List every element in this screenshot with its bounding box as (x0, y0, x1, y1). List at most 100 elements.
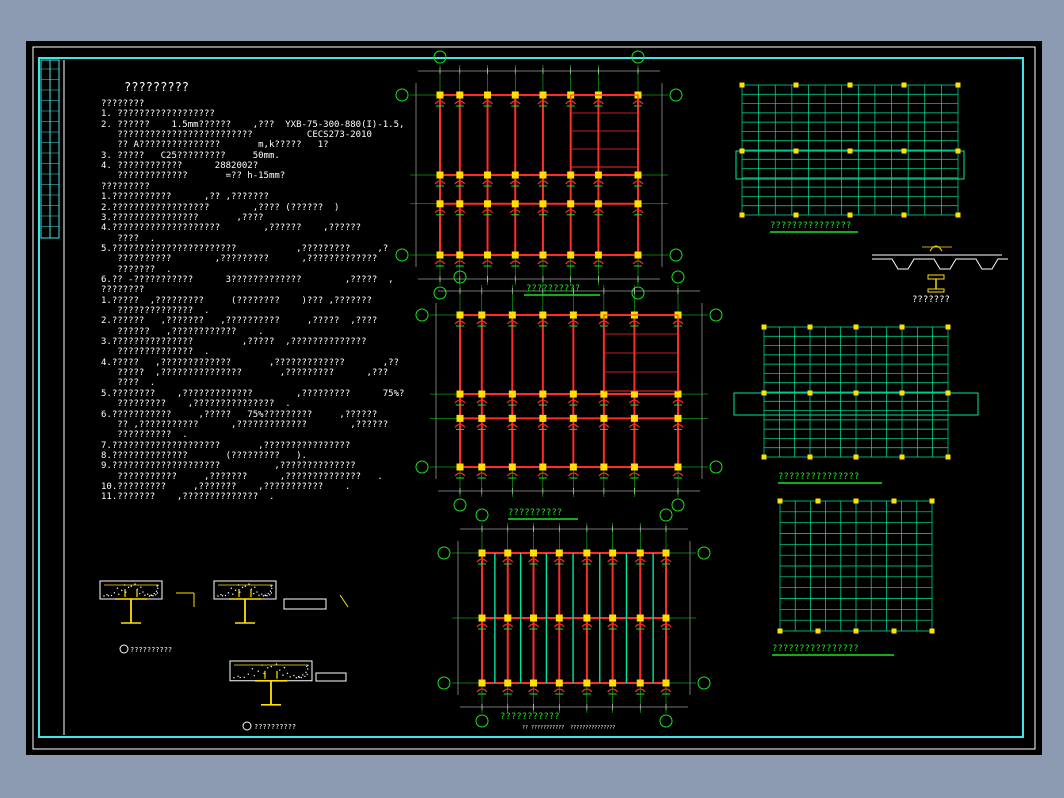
steel-column (539, 171, 547, 179)
deck-column (761, 324, 767, 330)
aggregate-dot (253, 592, 255, 595)
steel-column (539, 91, 547, 99)
deck-column (955, 82, 961, 88)
note-line: 6.??????????? ,????? 75%????????? ,?????… (101, 409, 378, 420)
steel-column (511, 91, 519, 99)
aggregate-dot (283, 666, 286, 669)
steel-column (478, 414, 486, 422)
note-line: ????????? (101, 181, 150, 192)
steel-column (662, 549, 670, 557)
detail-mark (339, 594, 349, 608)
aggregate-dot (247, 673, 250, 675)
aggregate-dot (220, 593, 222, 596)
aggregate-dot (156, 585, 158, 587)
axis-bubble (433, 286, 447, 300)
aggregate-dot (270, 665, 273, 668)
steel-column (504, 549, 512, 557)
deck-column (853, 498, 859, 504)
deck-column (807, 454, 813, 460)
note-line: 2. ?????? 1.5mm?????? ,??? YXB-75-300-88… (101, 119, 405, 130)
note-line: 1.??????????? ,?? ,??????? (101, 192, 269, 203)
aggregate-dot (256, 591, 258, 593)
deck-column (853, 454, 859, 460)
note-line: 3. ????? C25????????? 50mm. (101, 150, 280, 161)
deck-column (901, 148, 907, 154)
aggregate-dot (304, 675, 306, 678)
steel-column (569, 414, 577, 422)
steel-column (456, 390, 464, 398)
aggregate-dot (293, 674, 295, 677)
steel-column (567, 171, 575, 179)
steel-column (456, 414, 464, 422)
deck-column (739, 82, 745, 88)
steel-column (478, 614, 486, 622)
aggregate-dot (279, 669, 281, 671)
aggregate-dot (155, 590, 158, 592)
note-line: 3.???????????????? ,???? (101, 212, 264, 223)
note-line: 2.?????? ,??????? ,?????????? ,????? ,??… (101, 316, 378, 327)
plan-caption-3: ??????????? (500, 712, 560, 722)
beam-flange (927, 288, 945, 293)
deck-column (955, 212, 961, 218)
note-line: 5.??????????????????????? ,????????? ,? (101, 243, 389, 254)
aggregate-dot (266, 595, 268, 597)
note-line: ?????????????? . (101, 347, 210, 358)
beam-flange (927, 274, 945, 280)
steel-column (456, 463, 464, 471)
axis-bubble (659, 508, 673, 522)
detail-caption-1: ?????????? (130, 646, 173, 654)
steel-column (504, 679, 512, 687)
aggregate-dot (148, 595, 151, 597)
note-line: 4. ???????????? 2882002? (101, 161, 259, 172)
aggregate-dot (302, 674, 304, 676)
note-line: ???? . (101, 233, 156, 244)
aggregate-dot (286, 672, 289, 674)
deck-column (853, 324, 859, 330)
aggregate-dot (267, 592, 269, 595)
aggregate-dot (275, 663, 278, 665)
aggregate-dot (110, 594, 113, 597)
aggregate-dot (217, 595, 219, 597)
deck-column (853, 390, 859, 396)
steel-column (511, 251, 519, 259)
aggregate-dot (262, 595, 265, 597)
note-line: 11.??????? ,?????????????? . (101, 492, 275, 503)
deck-column (815, 498, 821, 504)
note-line: 5.???????? ,????????????? ,????????? 75%… (101, 388, 405, 399)
aggregate-dot (106, 593, 108, 596)
deck-column (901, 82, 907, 88)
note-line: ?????????? ,????????? ,????????????? (101, 254, 378, 265)
detail-caption-2: ?????????? (254, 723, 297, 731)
aggregate-dot (244, 585, 246, 587)
aggregate-dot (243, 676, 245, 678)
axis-bubble (395, 248, 409, 262)
axis-bubble (709, 460, 723, 474)
aggregate-dot (266, 667, 269, 669)
steel-column (530, 549, 538, 557)
axis-bubble (697, 676, 711, 690)
aggregate-dot (107, 595, 110, 597)
aggregate-dot (305, 671, 307, 673)
aggregate-dot (120, 589, 123, 592)
aggregate-dot (271, 587, 273, 590)
deck-column (739, 148, 745, 154)
aggregate-dot (147, 593, 149, 595)
steel-column (530, 614, 538, 622)
plan-caption-2: ?????????? (508, 508, 563, 518)
aggregate-dot (251, 668, 254, 670)
deck-column (929, 498, 935, 504)
aggregate-dot (221, 595, 224, 597)
deck-column (945, 390, 951, 396)
aggregate-dot (289, 676, 291, 678)
axis-bubble (669, 88, 683, 102)
note-line: ?? ,??????????? ,????????????? ,?????? (101, 419, 389, 430)
note-line: ?????????? . (101, 430, 188, 441)
steel-column (511, 200, 519, 208)
note-line: ???????? (101, 99, 145, 109)
axis-bubble (671, 270, 685, 284)
aggregate-dot (130, 585, 132, 587)
detail-bubble (119, 644, 129, 654)
steel-column (478, 549, 486, 557)
deck-band (735, 150, 965, 180)
steel-column (583, 549, 591, 557)
